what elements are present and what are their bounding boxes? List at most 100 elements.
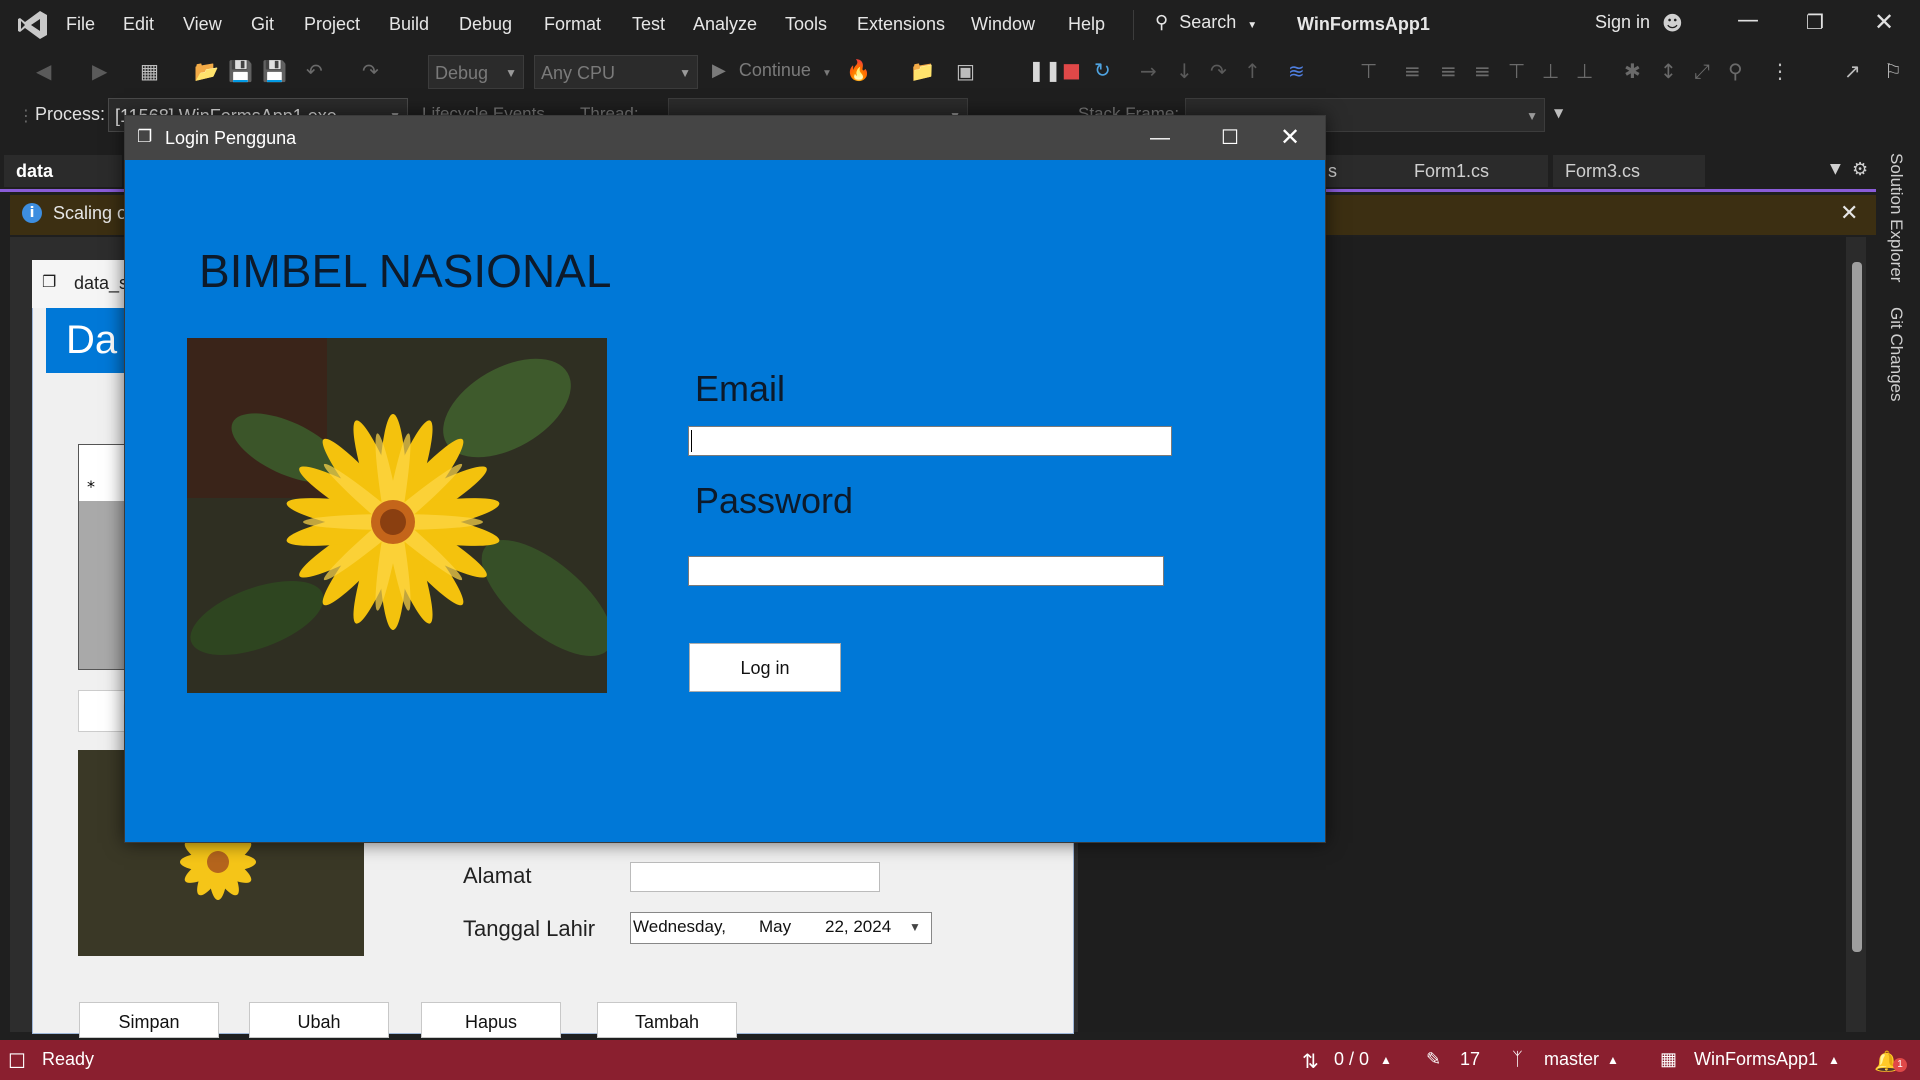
menu-extensions[interactable]: Extensions [857, 14, 945, 35]
minimize-icon[interactable]: — [1737, 8, 1759, 33]
live-share-icon[interactable]: ↗ [1844, 59, 1861, 83]
align-right-icon[interactable]: ≡ [1474, 59, 1491, 83]
align-left-icon[interactable]: ≡ [1404, 59, 1421, 83]
undo-icon[interactable]: ↶ [306, 59, 323, 83]
sync-icon: ⇅ [1302, 1051, 1319, 1073]
diagnostics-icon[interactable]: ≋ [1288, 59, 1305, 83]
menu-format[interactable]: Format [544, 14, 601, 35]
resize-icon[interactable]: ⤢ [1694, 59, 1710, 83]
sign-in-link[interactable]: Sign in [1595, 12, 1650, 33]
hapus-button[interactable]: Hapus [421, 1002, 561, 1038]
restart-icon[interactable]: ↻ [1094, 58, 1111, 82]
browse-folder-icon[interactable]: 📁 [910, 59, 935, 83]
zoom-icon[interactable]: ⚲ [1728, 59, 1743, 83]
tab-form1[interactable]: Form1.cs [1402, 155, 1548, 187]
menu-build[interactable]: Build [389, 14, 429, 35]
forward-icon[interactable]: ▶ [92, 59, 107, 83]
close-icon[interactable]: ✕ [1255, 116, 1325, 160]
close-icon[interactable]: ✕ [1874, 8, 1894, 36]
solution-explorer-tab[interactable]: Solution Explorer [1886, 153, 1906, 282]
login-photo [187, 338, 607, 693]
pause-icon[interactable]: ❚❚ [1028, 58, 1062, 82]
search-icon: ⚲ [1155, 12, 1169, 32]
simpan-button[interactable]: Simpan [79, 1002, 219, 1038]
menu-help[interactable]: Help [1068, 14, 1105, 35]
alamat-input[interactable] [630, 862, 880, 892]
email-label: Email [695, 368, 786, 409]
menu-analyze[interactable]: Analyze [693, 14, 757, 35]
add-account-icon[interactable]: ☻ [1662, 11, 1683, 35]
breakpoint-icon[interactable]: ⊤ [1360, 59, 1377, 83]
menu-edit[interactable]: Edit [123, 14, 154, 35]
design-form-title: data_s [74, 273, 129, 293]
screen-icon[interactable]: ▣ [956, 59, 975, 83]
spacing-icon[interactable]: ↕ [1660, 59, 1677, 83]
tab-form3[interactable]: Form3.cs [1553, 155, 1705, 187]
visual-studio-logo-icon[interactable] [16, 8, 50, 42]
menu-debug[interactable]: Debug [459, 14, 512, 35]
tanggal-lahir-datepicker[interactable]: Wednesday, May 22, 2024 ▼ [630, 912, 932, 944]
menu-file[interactable]: File [66, 14, 95, 35]
feedback-icon[interactable]: ⚐ [1884, 59, 1902, 83]
hot-reload-icon[interactable]: 🔥 [846, 58, 871, 82]
output-window-icon[interactable]: ☐ [8, 1049, 26, 1074]
config-select[interactable]: Debug ▼ [428, 55, 524, 89]
menu-git[interactable]: Git [251, 14, 274, 35]
info-message: Scaling o [53, 203, 128, 223]
edit-count[interactable]: 17 [1460, 1049, 1480, 1070]
align-bottom-icon[interactable]: ⊥ [1576, 59, 1593, 83]
restore-icon[interactable]: ❐ [1806, 10, 1824, 34]
align-top-icon[interactable]: ⊤ [1508, 59, 1525, 83]
tab-list-icon[interactable]: ▼ [1830, 161, 1841, 177]
menu-tools[interactable]: Tools [785, 14, 827, 35]
back-icon[interactable]: ◀ [36, 59, 51, 83]
git-changes-tab[interactable]: Git Changes [1886, 307, 1906, 402]
tab-partial[interactable]: s [1316, 155, 1406, 187]
continue-button[interactable]: ▶ Continue ▼ [712, 60, 832, 81]
align-center-icon[interactable]: ≡ [1440, 59, 1457, 83]
toolbar-overflow-icon[interactable]: ▼ [1554, 106, 1563, 120]
menu-window[interactable]: Window [971, 14, 1035, 35]
sync-count[interactable]: 0 / 0 [1334, 1049, 1369, 1070]
email-input[interactable] [688, 426, 1172, 456]
search-box[interactable]: ⚲ Search ▼ [1155, 12, 1257, 38]
show-next-statement-icon[interactable]: → [1140, 59, 1157, 83]
config-value: Debug [435, 63, 489, 83]
menu-divider [1133, 10, 1134, 40]
align-middle-icon[interactable]: ⊥ [1542, 59, 1559, 83]
chevron-down-icon: ▼ [909, 920, 921, 934]
status-bar: ☐ Ready ⇅ 0 / 0 ▲ ✎ 17 ᛉ master ▲ ▦ WinF… [0, 1040, 1920, 1080]
date-month: May [759, 917, 792, 936]
grid-icon[interactable]: ✱ [1624, 59, 1641, 83]
branch-icon: ᛉ [1512, 1049, 1523, 1069]
gear-icon[interactable]: ⚙ [1852, 159, 1868, 180]
platform-select[interactable]: Any CPU ▼ [534, 55, 698, 89]
menu-test[interactable]: Test [632, 14, 665, 35]
tab-data-siswa[interactable]: data siswa.cs [4, 155, 122, 213]
tambah-button[interactable]: Tambah [597, 1002, 737, 1038]
step-into-icon[interactable]: ↓ [1176, 59, 1193, 83]
app-heading: BIMBEL NASIONAL [199, 245, 612, 297]
text-cursor [691, 430, 692, 452]
repo-name[interactable]: WinFormsApp1 [1694, 1049, 1818, 1070]
step-over-icon[interactable]: ↷ [1210, 59, 1227, 83]
new-project-icon[interactable]: ▦ [140, 59, 159, 83]
redo-icon[interactable]: ↷ [362, 59, 379, 83]
minimize-icon[interactable]: — [1125, 116, 1195, 160]
password-input[interactable] [688, 556, 1164, 586]
overflow-icon[interactable]: ⋮ [1770, 59, 1790, 83]
editor-scrollbar-thumb[interactable] [1852, 262, 1862, 952]
open-folder-icon[interactable]: 📂 [194, 59, 219, 83]
save-icon[interactable]: 💾 [228, 59, 253, 83]
menu-view[interactable]: View [183, 14, 222, 35]
branch-name[interactable]: master [1544, 1049, 1599, 1070]
login-dialog-titlebar[interactable]: ❐ Login Pengguna — ☐ ✕ [125, 116, 1325, 160]
info-close-icon[interactable]: ✕ [1840, 201, 1858, 226]
ubah-button[interactable]: Ubah [249, 1002, 389, 1038]
step-out-icon[interactable]: ↑ [1244, 59, 1261, 83]
chevron-up-icon: ▲ [1607, 1053, 1619, 1067]
save-all-icon[interactable]: 💾 [262, 59, 287, 83]
menu-project[interactable]: Project [304, 14, 360, 35]
stop-icon[interactable]: ■ [1062, 58, 1081, 82]
login-button[interactable]: Log in [689, 643, 841, 692]
